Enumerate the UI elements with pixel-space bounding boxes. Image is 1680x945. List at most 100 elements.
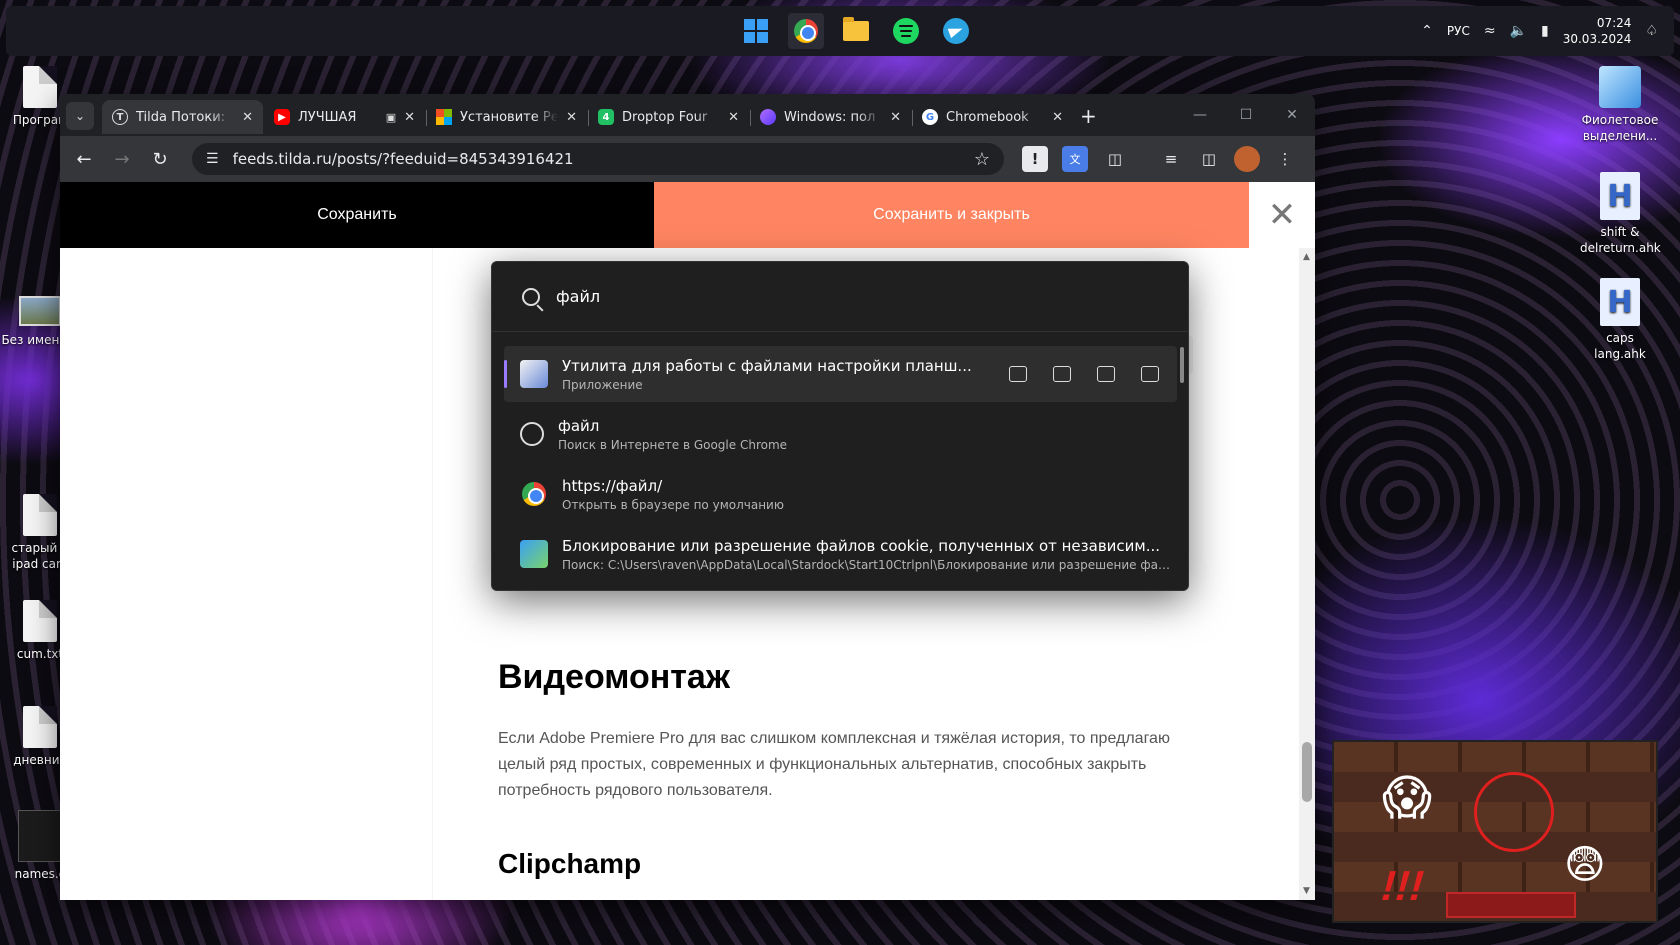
side-panel-icon[interactable]: ◫ <box>1196 146 1222 172</box>
run-as-admin-icon[interactable] <box>1009 366 1027 382</box>
url-text[interactable]: feeds.tilda.ru/posts/?feeduid=8453439164… <box>233 150 960 168</box>
close-tab-icon[interactable]: ✕ <box>242 110 253 125</box>
clock-date: 30.03.2024 <box>1562 32 1632 46</box>
tab-windows-blog[interactable]: Windows: пол ✕ <box>750 100 911 134</box>
chrome-icon <box>520 480 548 508</box>
tab-search-button[interactable]: ⌄ <box>66 102 94 130</box>
picture-in-picture-icon[interactable]: ▣ <box>386 111 396 124</box>
save-and-close-button[interactable]: Сохранить и закрыть <box>654 182 1249 248</box>
system-tray: ⌃ РУС ≈ 🔈 ▮ 07:24 30.03.2024 ♤ <box>1421 6 1658 56</box>
windows-blog-favicon-icon <box>760 109 776 125</box>
tab-youtube[interactable]: ▶ ЛУЧШАЯ ▣ ✕ <box>264 100 425 134</box>
app-settings-icon[interactable] <box>1141 366 1159 382</box>
desktop-icon-label: Програм <box>12 113 68 127</box>
taskbar-telegram[interactable] <box>938 13 974 49</box>
language-indicator[interactable]: РУС <box>1447 24 1470 38</box>
wood-plank <box>1334 742 1656 772</box>
start-button[interactable] <box>738 13 774 49</box>
desktop-icon[interactable]: H caps lang.ahk <box>1580 278 1660 362</box>
profile-avatar[interactable] <box>1234 146 1260 172</box>
forward-button[interactable]: → <box>108 145 136 173</box>
close-tab-icon[interactable]: ✕ <box>404 110 415 125</box>
folder-icon[interactable] <box>1097 366 1115 382</box>
popup-scrollbar-thumb[interactable] <box>1180 347 1184 383</box>
translate-extension-icon[interactable]: 文 <box>1062 146 1088 172</box>
search-input[interactable]: файл <box>556 287 600 306</box>
desktop-icon[interactable]: H shift & delreturn.ahk <box>1580 172 1661 256</box>
plus-icon: + <box>1080 104 1097 128</box>
tab-droptop[interactable]: 4 Droptop Four ✕ <box>588 100 749 134</box>
save-button[interactable]: Сохранить <box>60 182 654 248</box>
desktop-icon-label: дневник <box>13 753 67 767</box>
web-search-icon <box>520 422 544 446</box>
tab-chromebook[interactable]: G Chromebook ✕ <box>912 100 1073 134</box>
result-title: Утилита для работы с файлами настройки п… <box>562 356 972 375</box>
screaming-face-emoji: 😱 <box>1382 770 1433 826</box>
search-result[interactable]: https://файл/ Открыть в браузере по умол… <box>504 466 1177 522</box>
address-bar[interactable]: ☰ feeds.tilda.ru/posts/?feeduid=84534391… <box>192 143 1004 175</box>
close-tab-icon[interactable]: ✕ <box>1052 110 1063 125</box>
close-editor-icon[interactable]: ✕ <box>1249 182 1315 248</box>
taskbar-chrome[interactable] <box>788 13 824 49</box>
close-window-icon[interactable]: ✕ <box>1269 94 1315 136</box>
minimize-icon[interactable]: — <box>1177 94 1223 136</box>
search-result[interactable]: Блокирование или разрешение файлов cooki… <box>504 526 1177 582</box>
autohotkey-icon: H <box>1600 278 1640 326</box>
tab-title: Установите Ре <box>460 109 559 125</box>
media-controls-icon[interactable]: ≡ <box>1158 146 1184 172</box>
red-panel <box>1446 892 1576 918</box>
tab-title: Droptop Four <box>622 109 708 125</box>
back-button[interactable]: ← <box>70 145 98 173</box>
new-tab-button[interactable]: + <box>1080 104 1097 128</box>
close-tab-icon[interactable]: ✕ <box>890 110 901 125</box>
scrollbar-thumb[interactable] <box>1302 742 1312 802</box>
result-actions <box>1009 366 1177 382</box>
notification-bell-icon[interactable]: ♤ <box>1645 23 1658 39</box>
result-subtitle: Приложение <box>562 377 643 392</box>
bookmark-star-icon[interactable]: ☆ <box>974 149 990 170</box>
desktop-icon-label: Фиолетовое выделени... <box>1581 113 1659 143</box>
tab-title: Chromebook <box>946 109 1029 125</box>
text-file-icon <box>23 706 57 748</box>
page-scrollbar[interactable]: ▲ ▼ <box>1299 248 1315 900</box>
battery-icon[interactable]: ▮ <box>1541 23 1549 39</box>
start-search-popup: файл Утилита для работы с файлами настро… <box>491 261 1189 591</box>
close-tab-icon[interactable]: ✕ <box>728 110 739 125</box>
tab-tilda[interactable]: T Tilda Потоки: ✕ <box>102 100 263 134</box>
taskbar-file-explorer[interactable] <box>838 13 874 49</box>
close-tab-icon[interactable]: ✕ <box>566 110 577 125</box>
desktop-icon-label: cum.txt <box>16 647 64 661</box>
tilda-save-bar: Сохранить Сохранить и закрыть ✕ <box>60 182 1315 248</box>
reload-button[interactable]: ↻ <box>146 145 174 173</box>
kebab-menu-icon[interactable]: ⋮ <box>1272 146 1298 172</box>
app-utility-icon <box>520 360 548 388</box>
google-favicon-icon: G <box>922 109 938 125</box>
password-manager-extension-icon[interactable]: ! <box>1022 146 1048 172</box>
tab-title: Tilda Потоки: <box>136 109 226 125</box>
chrome-icon <box>794 19 818 43</box>
open-file-location-icon[interactable] <box>1053 366 1071 382</box>
volume-icon[interactable]: 🔈 <box>1510 23 1527 39</box>
clock[interactable]: 07:24 30.03.2024 <box>1563 15 1632 47</box>
youtube-favicon-icon: ▶ <box>274 109 290 125</box>
document-thumbnail-icon <box>18 810 62 862</box>
site-settings-icon[interactable]: ☰ <box>206 151 219 167</box>
autohotkey-icon: H <box>1600 172 1640 220</box>
arrow-left-icon: ← <box>76 148 92 170</box>
wifi-icon[interactable]: ≈ <box>1484 23 1496 39</box>
search-result[interactable]: файл Поиск в Интернете в Google Chrome <box>504 406 1177 462</box>
tab-strip: ⌄ T Tilda Потоки: ✕ ▶ ЛУЧШАЯ ▣ ✕ Установ… <box>60 94 1315 136</box>
tilda-favicon-icon: T <box>112 109 128 125</box>
tab-title: ЛУЧШАЯ <box>298 109 357 125</box>
maximize-icon[interactable]: ☐ <box>1223 94 1269 136</box>
telegram-icon <box>943 18 969 44</box>
tab-microsoft[interactable]: Установите Ре ✕ <box>426 100 587 134</box>
chevron-up-icon[interactable]: ⌃ <box>1421 23 1433 39</box>
extensions-puzzle-icon[interactable]: ◫ <box>1102 146 1128 172</box>
taskbar-spotify[interactable] <box>888 13 924 49</box>
desktop-icon[interactable]: Фиолетовое выделени... <box>1580 66 1660 144</box>
search-result[interactable]: Утилита для работы с файлами настройки п… <box>504 346 1177 402</box>
scroll-down-icon[interactable]: ▼ <box>1303 886 1310 896</box>
scroll-up-icon[interactable]: ▲ <box>1303 252 1310 262</box>
result-subtitle: Поиск в Интернете в Google Chrome <box>558 437 788 452</box>
